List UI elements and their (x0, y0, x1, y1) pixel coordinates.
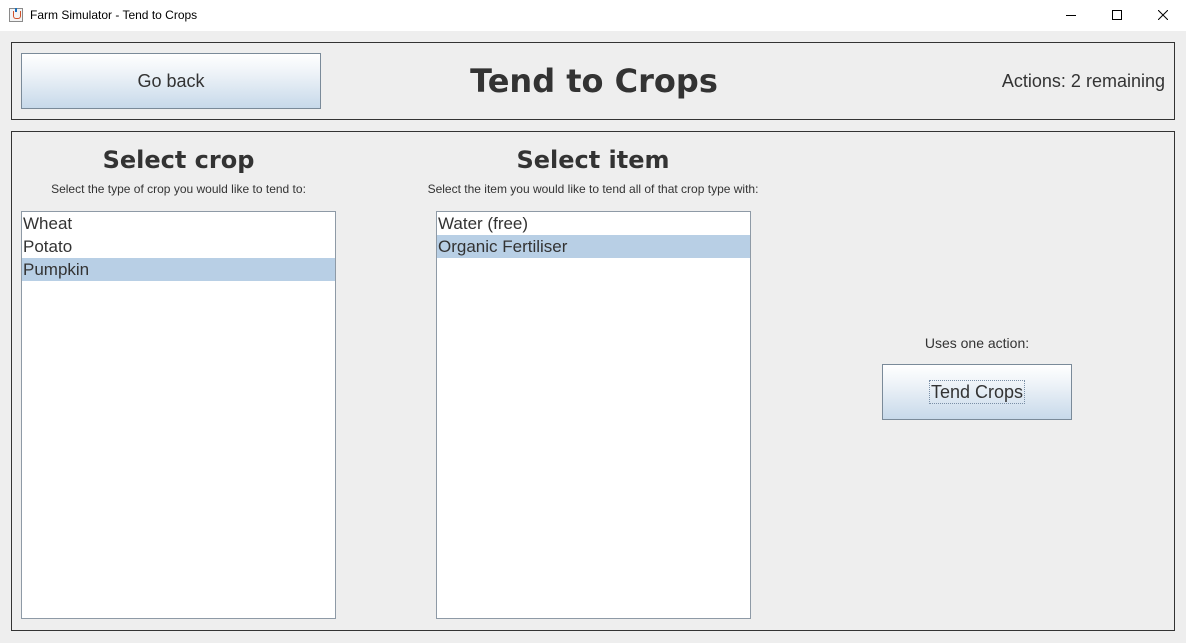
go-back-button[interactable]: Go back (21, 53, 321, 109)
tend-crops-label: Tend Crops (928, 380, 1026, 404)
minimize-button[interactable] (1048, 0, 1094, 31)
maximize-icon (1112, 10, 1122, 20)
window-titlebar: Farm Simulator - Tend to Crops (0, 0, 1186, 31)
crop-list[interactable]: Wheat Potato Pumpkin (21, 211, 336, 619)
uses-one-action-label: Uses one action: (924, 335, 1030, 351)
item-list-item-water[interactable]: Water (free) (437, 212, 750, 235)
crop-list-item-potato[interactable]: Potato (22, 235, 335, 258)
java-app-icon (9, 8, 23, 22)
minimize-icon (1066, 15, 1076, 16)
maximize-button[interactable] (1094, 0, 1140, 31)
crop-list-item-pumpkin[interactable]: Pumpkin (22, 258, 335, 281)
page-title: Tend to Crops (470, 62, 718, 100)
close-icon (1158, 10, 1168, 20)
select-crop-description: Select the type of crop you would like t… (51, 182, 306, 196)
select-crop-heading: Select crop (102, 146, 255, 174)
window-title: Farm Simulator - Tend to Crops (30, 8, 198, 22)
select-item-description: Select the item you would like to tend a… (427, 182, 759, 196)
item-list-item-organic-fertiliser[interactable]: Organic Fertiliser (437, 235, 750, 258)
crop-list-item-wheat[interactable]: Wheat (22, 212, 335, 235)
item-list[interactable]: Water (free) Organic Fertiliser (436, 211, 751, 619)
close-button[interactable] (1140, 0, 1186, 31)
select-item-heading: Select item (516, 146, 670, 174)
actions-remaining: Actions: 2 remaining (1001, 71, 1165, 91)
tend-crops-button[interactable]: Tend Crops (882, 364, 1072, 420)
